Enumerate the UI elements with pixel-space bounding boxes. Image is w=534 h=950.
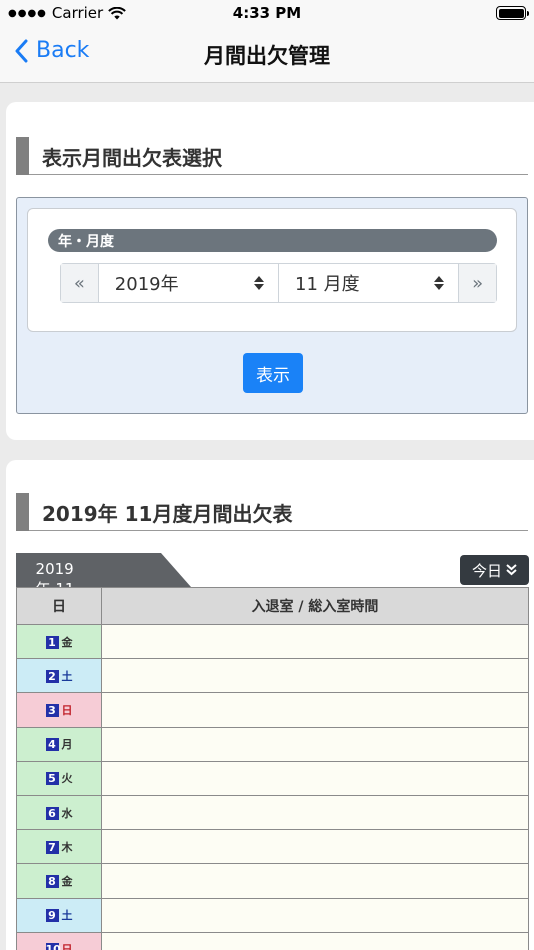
double-chevron-right-icon: » [472,272,484,294]
day-number: 10 [45,943,61,950]
heading-bar [16,493,29,531]
status-bar: ●●●● Carrier 4:33 PM [0,0,534,26]
attendance-time-cell[interactable] [101,658,529,694]
day-of-week: 月 [61,738,73,752]
today-button-label: 今日 [471,561,502,580]
attendance-heading-text: 2019年 11月度月間出欠表 [42,502,293,526]
selection-panel: 年・月度 « 2019年 11 月度 » 表示 [16,197,528,414]
day-number: 6 [45,806,59,820]
table-row: 6水 [16,794,529,831]
day-number: 9 [45,909,59,923]
day-number: 5 [45,772,59,786]
attendance-time-cell[interactable] [101,829,529,865]
day-of-week: 水 [61,806,73,820]
year-month-input-group: « 2019年 11 月度 » [60,263,497,303]
table-row: 2土 [16,658,529,694]
day-cell: 10日 [16,931,102,950]
year-select-value: 2019年 [114,274,179,295]
battery-icon [496,6,529,20]
table-row: 7木 [16,829,529,865]
day-cell: 7木 [16,829,102,865]
attendance-time-cell[interactable] [101,623,529,660]
day-cell: 3日 [16,692,102,728]
year-select[interactable]: 2019年 [99,264,279,302]
day-number: 1 [45,635,59,649]
show-button[interactable]: 表示 [243,353,303,393]
navigation-bar: Back 月間出欠管理 [0,26,534,83]
table-row: 4月 [16,726,529,762]
day-of-week: 金 [61,874,73,888]
clock: 4:33 PM [232,4,302,22]
day-number: 8 [45,874,59,888]
attendance-time-cell[interactable] [101,692,529,728]
selection-inner-panel: 年・月度 « 2019年 11 月度 » [27,208,517,332]
day-cell: 5火 [16,760,102,796]
attendance-card: 2019年 11月度月間出欠表 2019年 11月度 今日 日 入退室 / 総入… [6,460,534,950]
selection-heading-text: 表示月間出欠表選択 [42,146,222,170]
attendance-time-cell[interactable] [101,794,529,831]
double-chevron-left-icon: « [73,272,85,294]
attendance-time-cell[interactable] [101,897,529,933]
month-select-value: 11 月度 [295,274,360,295]
today-button[interactable]: 今日 [460,555,529,585]
attendance-time-cell[interactable] [101,760,529,796]
select-arrows-icon [434,276,445,290]
page-title: 月間出欠管理 [204,44,330,68]
selection-heading: 表示月間出欠表選択 [16,137,528,175]
day-number: 3 [45,703,59,717]
attendance-table: 日 入退室 / 総入室時間 1 金 2 土 3 日 4 月 5 火 6 水 7 木 8 金 9 土 10日 [16,587,529,950]
table-row: 8金 [16,863,529,899]
day-of-week: 土 [61,909,73,923]
day-of-week: 土 [61,669,73,683]
attendance-time-cell[interactable] [101,931,529,950]
day-number: 2 [45,669,59,683]
day-cell: 4月 [16,726,102,762]
day-number: 4 [45,738,59,752]
day-of-week: 日 [61,703,73,717]
day-of-week: 火 [61,772,73,786]
table-header-row: 日 入退室 / 総入室時間 [16,587,529,625]
table-row: 1金 [16,623,529,660]
month-select[interactable]: 11 月度 [279,264,458,302]
day-number: 7 [45,840,59,854]
heading-bar [16,137,29,175]
time-column-header: 入退室 / 総入室時間 [101,587,529,625]
year-month-label: 年・月度 [48,229,497,252]
table-row: 5火 [16,760,529,796]
attendance-heading: 2019年 11月度月間出欠表 [16,493,528,531]
selection-card: 表示月間出欠表選択 年・月度 « 2019年 11 月度 » 表示 [6,102,534,440]
day-of-week: 木 [61,840,73,854]
attendance-time-cell[interactable] [101,726,529,762]
day-cell: 1金 [16,623,102,660]
table-row: 10日 [16,931,529,950]
day-of-week: 金 [61,635,73,649]
attendance-time-cell[interactable] [101,863,529,899]
day-cell: 2土 [16,658,102,694]
select-arrows-icon [254,276,264,290]
next-month-button[interactable]: » [458,264,496,302]
table-row: 3日 [16,692,529,728]
day-cell: 6水 [16,794,102,831]
previous-month-button[interactable]: « [61,264,99,302]
table-row: 9土 [16,897,529,933]
double-chevron-down-icon [506,564,517,576]
day-cell: 8金 [16,863,102,899]
day-cell: 9土 [16,897,102,933]
day-column-header: 日 [16,587,102,625]
day-of-week: 日 [61,943,73,950]
